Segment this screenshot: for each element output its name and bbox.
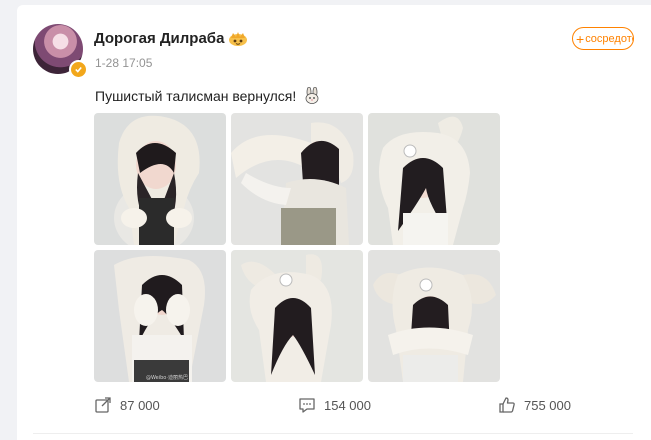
rabbit-emoji-icon xyxy=(305,87,319,104)
post-text: Пушистый талисман вернулся! xyxy=(95,87,320,104)
photo-5[interactable] xyxy=(231,250,363,382)
like-count: 755 000 xyxy=(524,397,571,413)
post-card: Дорогая Дилраба 1-28 17:05 + сосредоточи… xyxy=(17,5,651,440)
photo-1[interactable] xyxy=(94,113,226,245)
divider xyxy=(33,433,633,434)
verified-badge-icon xyxy=(69,60,88,79)
follow-button-label: сосредоточиться xyxy=(585,32,633,45)
like-icon xyxy=(499,397,515,413)
comment-count: 154 000 xyxy=(324,397,371,413)
repost-icon xyxy=(95,397,111,413)
post-actions: 87 000 154 000 755 000 xyxy=(17,390,651,420)
username[interactable]: Дорогая Дилраба xyxy=(94,30,224,47)
plus-icon: + xyxy=(576,30,585,47)
post-text-content: Пушистый талисман вернулся! xyxy=(95,88,297,104)
crown-icon xyxy=(229,32,247,46)
comment-button[interactable]: 154 000 xyxy=(298,390,371,420)
photo-2[interactable] xyxy=(231,113,363,245)
image-grid: @Weibo·迪丽热巴 xyxy=(94,113,500,383)
photo-6[interactable] xyxy=(368,250,500,382)
post-timestamp[interactable]: 1-28 17:05 xyxy=(95,56,152,70)
like-button[interactable]: 755 000 xyxy=(498,390,571,420)
comment-icon xyxy=(299,398,315,413)
photo-3[interactable] xyxy=(368,113,500,245)
follow-button[interactable]: + сосредоточиться xyxy=(572,27,634,50)
repost-count: 87 000 xyxy=(120,397,160,413)
watermark: @Weibo·迪丽热巴 xyxy=(146,374,188,381)
repost-button[interactable]: 87 000 xyxy=(94,390,160,420)
photo-4[interactable]: @Weibo·迪丽热巴 xyxy=(94,250,226,382)
